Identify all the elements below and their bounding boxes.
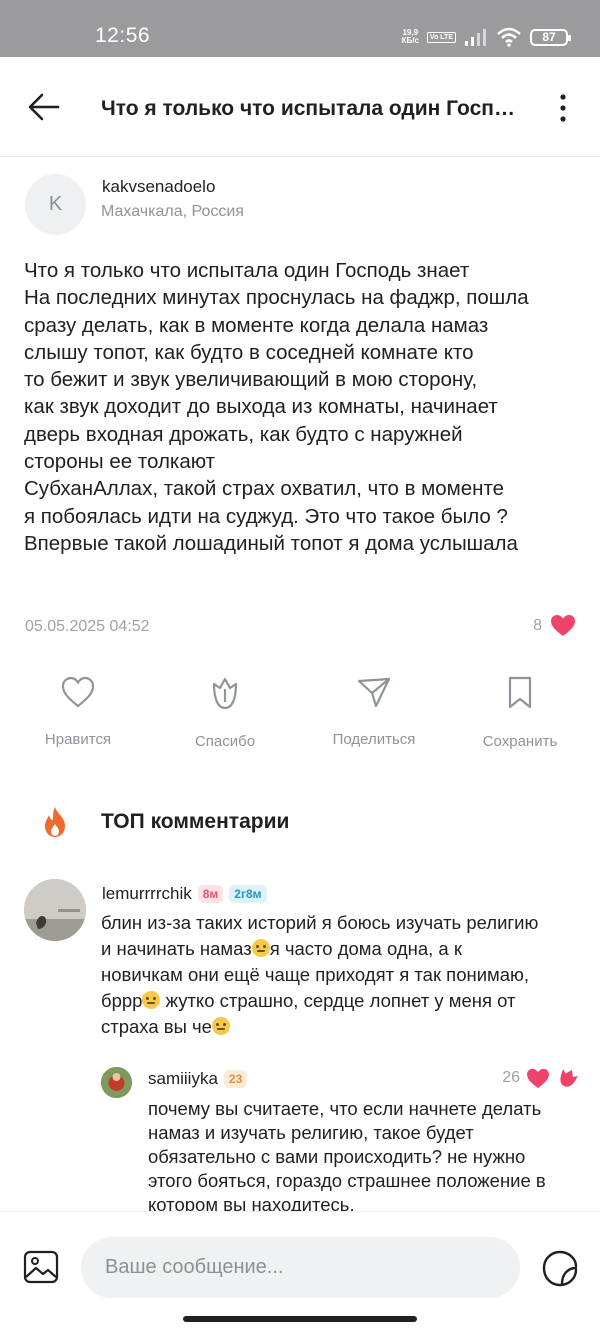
post-actions: Нравится Спасибо Поделиться Сохранить — [0, 675, 600, 765]
commenter-avatar[interactable] — [24, 879, 86, 941]
author-name[interactable]: kakvsenadoelo — [102, 177, 215, 197]
post-line: то бежит и звук увеличивающий в мою стор… — [24, 368, 478, 392]
heart-outline-icon — [61, 676, 95, 708]
tenure-badge: 2г8м — [229, 885, 267, 903]
age-badge: 8м — [197, 885, 224, 903]
post-body: Что я только что испытала один Господь з… — [24, 257, 584, 557]
fire-icon — [45, 807, 65, 837]
like-label: Нравится — [44, 731, 112, 748]
share-button[interactable]: Поделиться — [314, 675, 434, 748]
comment-line: новичкам они ещё чаще приходят я так пон… — [101, 964, 530, 985]
comment-body: блин из-за таких историй я боюсь изучать… — [101, 910, 581, 1040]
reply-body: почему вы считаете, что если начнете дел… — [148, 1097, 588, 1211]
reply-line: котором вы находитесь. — [148, 1194, 355, 1211]
save-label: Сохранить — [482, 733, 558, 750]
avatar-image — [101, 1067, 132, 1098]
volte-icon: Vo LTE — [426, 31, 456, 43]
post-line: слышу топот, как будто в соседней комнат… — [24, 340, 474, 364]
battery-icon: 87 — [530, 28, 571, 46]
commenter-name-row: lemurrrrchik 8м 2г8м — [102, 884, 267, 904]
comment-line: страха вы че — [101, 1014, 581, 1040]
image-icon — [23, 1250, 59, 1284]
sticker-icon — [542, 1250, 578, 1287]
wifi-icon — [497, 27, 521, 47]
avatar-image — [24, 879, 86, 941]
reply-like-count: 26 — [502, 1069, 520, 1086]
post-line: На последних минутах проснулась на фаджр… — [24, 286, 529, 310]
post-date: 05.05.2025 04:52 — [25, 618, 150, 635]
reply-line: этого бояться, гораздо страшнее положени… — [148, 1170, 546, 1191]
thanks-button[interactable]: Спасибо — [165, 675, 285, 750]
message-input[interactable] — [81, 1237, 520, 1298]
post-line: СубханАллах, такой страх охватил, что в … — [24, 477, 505, 501]
send-icon — [357, 677, 391, 708]
share-label: Поделиться — [332, 731, 416, 748]
message-composer — [0, 1211, 600, 1332]
author-location: Махачкала, Россия — [101, 203, 244, 220]
tulip-filled-icon[interactable] — [556, 1066, 580, 1090]
heart-filled-icon — [551, 615, 575, 636]
attach-image-button[interactable] — [22, 1249, 60, 1285]
back-button[interactable] — [24, 89, 64, 125]
comment-line: и начинать намаз я часто дома одна, а к — [101, 938, 462, 959]
bookmark-icon — [508, 676, 532, 709]
save-button[interactable]: Сохранить — [460, 675, 580, 750]
reply-likes: 26 — [502, 1066, 580, 1090]
more-options-button[interactable] — [550, 91, 576, 125]
post-line: Что я только что испытала один Господь з… — [24, 259, 470, 282]
post-line: дверь входная дрожать, как будто с наруж… — [24, 422, 463, 446]
replier-name[interactable]: samiiiyka — [148, 1069, 218, 1089]
post-line: Впервые такой лошадиный топот я дома усл… — [24, 531, 518, 555]
arrow-left-icon — [28, 93, 60, 121]
post-line: как звук доходит до выхода из комнаты, н… — [24, 395, 498, 419]
network-speed: 19,9 КБ/с — [401, 28, 419, 45]
comment-line: бррр жутко страшно, сердце лопнет у меня… — [101, 990, 516, 1011]
post-line: я побоялась идти на суджуд. Это что тако… — [24, 504, 508, 528]
status-time: 12:56 — [95, 24, 151, 47]
replier-name-row: samiiiyka 23 — [148, 1069, 248, 1089]
like-count: 8 — [533, 616, 542, 634]
status-bar: 12:56 19,9 КБ/с Vo LTE 87 — [0, 0, 600, 57]
post-header: Что я только что испытала один Господь з… — [0, 57, 600, 157]
comment-line: блин из-за таких историй я боюсь изучать… — [101, 912, 539, 933]
commenter-name[interactable]: lemurrrrchik — [102, 884, 192, 904]
age-badge: 23 — [223, 1070, 248, 1088]
reply-line: намаз и изучать религию, такое будет — [148, 1122, 474, 1143]
author-avatar[interactable]: K — [25, 174, 86, 235]
reply-line: почему вы считаете, что если начнете дел… — [148, 1098, 542, 1119]
page-title: Что я только что испытала один Господь з… — [101, 97, 521, 120]
signal-icon — [465, 29, 486, 46]
thanks-label: Спасибо — [194, 733, 256, 750]
sticker-button[interactable] — [540, 1248, 580, 1288]
status-icons: 19,9 КБ/с Vo LTE 87 — [401, 24, 571, 50]
tulip-icon — [212, 677, 238, 710]
smiling-tear-emoji-icon — [211, 1017, 230, 1035]
home-indicator — [183, 1316, 417, 1322]
more-vertical-icon — [560, 94, 566, 122]
top-comments-title: ТОП комментарии — [101, 810, 290, 833]
post-line: сразу делать, как в моменте когда делала… — [24, 313, 489, 337]
post-likes[interactable]: 8 — [533, 614, 576, 637]
like-button[interactable]: Нравится — [18, 675, 138, 748]
smiling-tear-emoji-icon — [142, 991, 161, 1009]
heart-filled-icon[interactable] — [526, 1068, 550, 1089]
post-line: стороны ее толкают — [24, 450, 216, 474]
reply-line: обязательно с вами происходить? не нужно — [148, 1146, 526, 1167]
replier-avatar[interactable] — [101, 1067, 132, 1098]
smiling-tear-emoji-icon — [251, 939, 270, 957]
